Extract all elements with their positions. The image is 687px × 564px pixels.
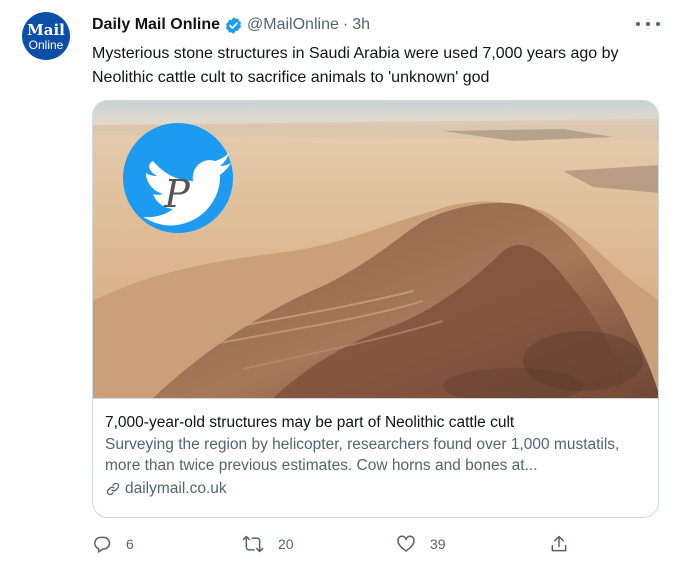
twitter-bird-watermark-icon: P (123, 123, 233, 233)
more-icon[interactable] (636, 16, 660, 32)
verified-badge-icon (224, 16, 243, 35)
card-body[interactable]: 7,000-year-old structures may be part of… (93, 398, 658, 517)
retweet-button[interactable]: 20 (242, 530, 294, 558)
tweet-text: Mysterious stone structures in Saudi Ara… (92, 45, 619, 86)
avatar-line-1: Mail (27, 21, 65, 39)
watermark-letter: P (163, 172, 191, 216)
account-name[interactable]: Daily Mail Online (92, 16, 220, 34)
link-icon (106, 482, 120, 495)
tweet-actions: 6 20 39 (0, 530, 687, 558)
tweet[interactable]: Mail Online Daily Mail Online @MailOnlin… (0, 0, 687, 564)
reply-count: 6 (126, 536, 134, 552)
card-domain[interactable]: dailymail.co.uk (105, 478, 648, 499)
reply-icon (94, 536, 111, 553)
like-count: 39 (430, 536, 446, 552)
avatar[interactable]: Mail Online (22, 12, 70, 60)
reply-button[interactable]: 6 (92, 530, 134, 558)
retweet-count: 20 (278, 536, 294, 552)
card-description: Surveying the region by helicopter, rese… (105, 436, 620, 474)
share-icon (551, 535, 567, 552)
share-button[interactable] (549, 530, 569, 558)
avatar-line-2: Online (28, 38, 64, 52)
like-button[interactable]: 39 (396, 530, 446, 558)
like-icon (397, 535, 415, 552)
retweet-icon (242, 535, 264, 553)
account-handle[interactable]: @MailOnline (247, 16, 339, 34)
tweet-time[interactable]: 3h (352, 16, 370, 34)
header-separator: · (342, 16, 349, 33)
link-card[interactable]: P 7,000-year-old structures may be part … (92, 100, 659, 518)
card-image[interactable]: P (93, 101, 658, 398)
card-title[interactable]: 7,000-year-old structures may be part of… (105, 412, 648, 433)
card-domain-text: dailymail.co.uk (125, 480, 227, 497)
tweet-header: Daily Mail Online @MailOnline · 3h (92, 14, 370, 36)
